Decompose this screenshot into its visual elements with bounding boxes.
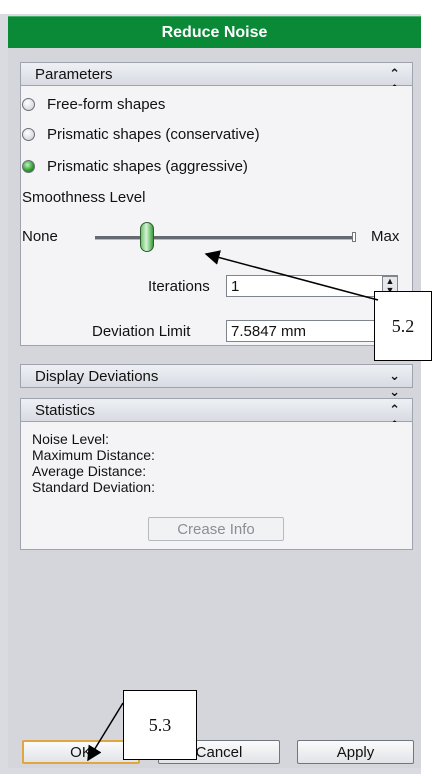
smoothness-slider-thumb[interactable] bbox=[140, 222, 154, 252]
slider-end-cap bbox=[352, 232, 356, 242]
deviation-limit-input[interactable]: 7.5847 mm bbox=[226, 320, 398, 342]
deviation-limit-label: Deviation Limit bbox=[92, 323, 191, 340]
display-deviations-header[interactable]: Display Deviations ⌄ ⌄ bbox=[20, 364, 413, 399]
statistics-lines: Noise Level: Maximum Distance: Average D… bbox=[32, 431, 155, 495]
statistics-header-label: Statistics bbox=[35, 401, 96, 419]
radio-prismatic-aggressive-label: Prismatic shapes (aggressive) bbox=[47, 157, 248, 175]
average-distance-label: Average Distance: bbox=[32, 463, 147, 479]
dialog-title-text: Reduce Noise bbox=[161, 24, 268, 41]
chevron-down-icon[interactable]: ⌄ ⌄ bbox=[389, 368, 400, 400]
radio-prismatic-conservative[interactable]: Prismatic shapes (conservative) bbox=[22, 124, 260, 144]
ok-label: OK bbox=[70, 743, 92, 761]
radio-button-selected-icon[interactable] bbox=[22, 159, 35, 173]
callout-5-2: 5.2 bbox=[374, 291, 432, 361]
parameters-header[interactable]: Parameters ⌃⌃ bbox=[20, 62, 413, 97]
cancel-label: Cancel bbox=[195, 743, 243, 761]
statistics-header[interactable]: Statistics ⌃⌃ bbox=[20, 398, 413, 433]
iterations-input[interactable]: 1 bbox=[226, 275, 398, 297]
display-deviations-label: Display Deviations bbox=[35, 367, 159, 385]
callout-5-2-text: 5.2 bbox=[391, 315, 415, 336]
top-margin bbox=[0, 0, 421, 14]
slider-max-label: Max bbox=[371, 228, 400, 245]
radio-button-icon[interactable] bbox=[22, 97, 35, 111]
radio-prismatic-conservative-label: Prismatic shapes (conservative) bbox=[47, 125, 260, 143]
radio-button-icon[interactable] bbox=[22, 127, 35, 141]
noise-level-label: Noise Level: bbox=[32, 431, 110, 447]
maximum-distance-label: Maximum Distance: bbox=[32, 447, 155, 463]
callout-5-3-text: 5.3 bbox=[148, 714, 172, 735]
standard-deviation-label: Standard Deviation: bbox=[32, 479, 155, 495]
slider-min-label: None bbox=[22, 228, 58, 245]
parameters-header-label: Parameters bbox=[35, 65, 113, 83]
radio-free-form[interactable]: Free-form shapes bbox=[22, 94, 165, 114]
crease-info-label: Crease Info bbox=[177, 520, 255, 538]
iterations-label: Iterations bbox=[148, 278, 210, 295]
callout-5-3: 5.3 bbox=[123, 690, 197, 760]
deviation-limit-value: 7.5847 mm bbox=[231, 322, 307, 340]
smoothness-slider-track[interactable] bbox=[95, 236, 355, 240]
radio-prismatic-aggressive[interactable]: Prismatic shapes (aggressive) bbox=[22, 156, 248, 176]
crease-info-button[interactable]: Crease Info bbox=[148, 517, 284, 541]
apply-label: Apply bbox=[336, 743, 375, 761]
iterations-value: 1 bbox=[231, 277, 240, 295]
smoothness-level-label: Smoothness Level bbox=[22, 189, 146, 206]
dialog-title: Reduce Noise bbox=[8, 16, 421, 50]
apply-button[interactable]: Apply bbox=[297, 740, 414, 764]
radio-free-form-label: Free-form shapes bbox=[47, 95, 166, 113]
